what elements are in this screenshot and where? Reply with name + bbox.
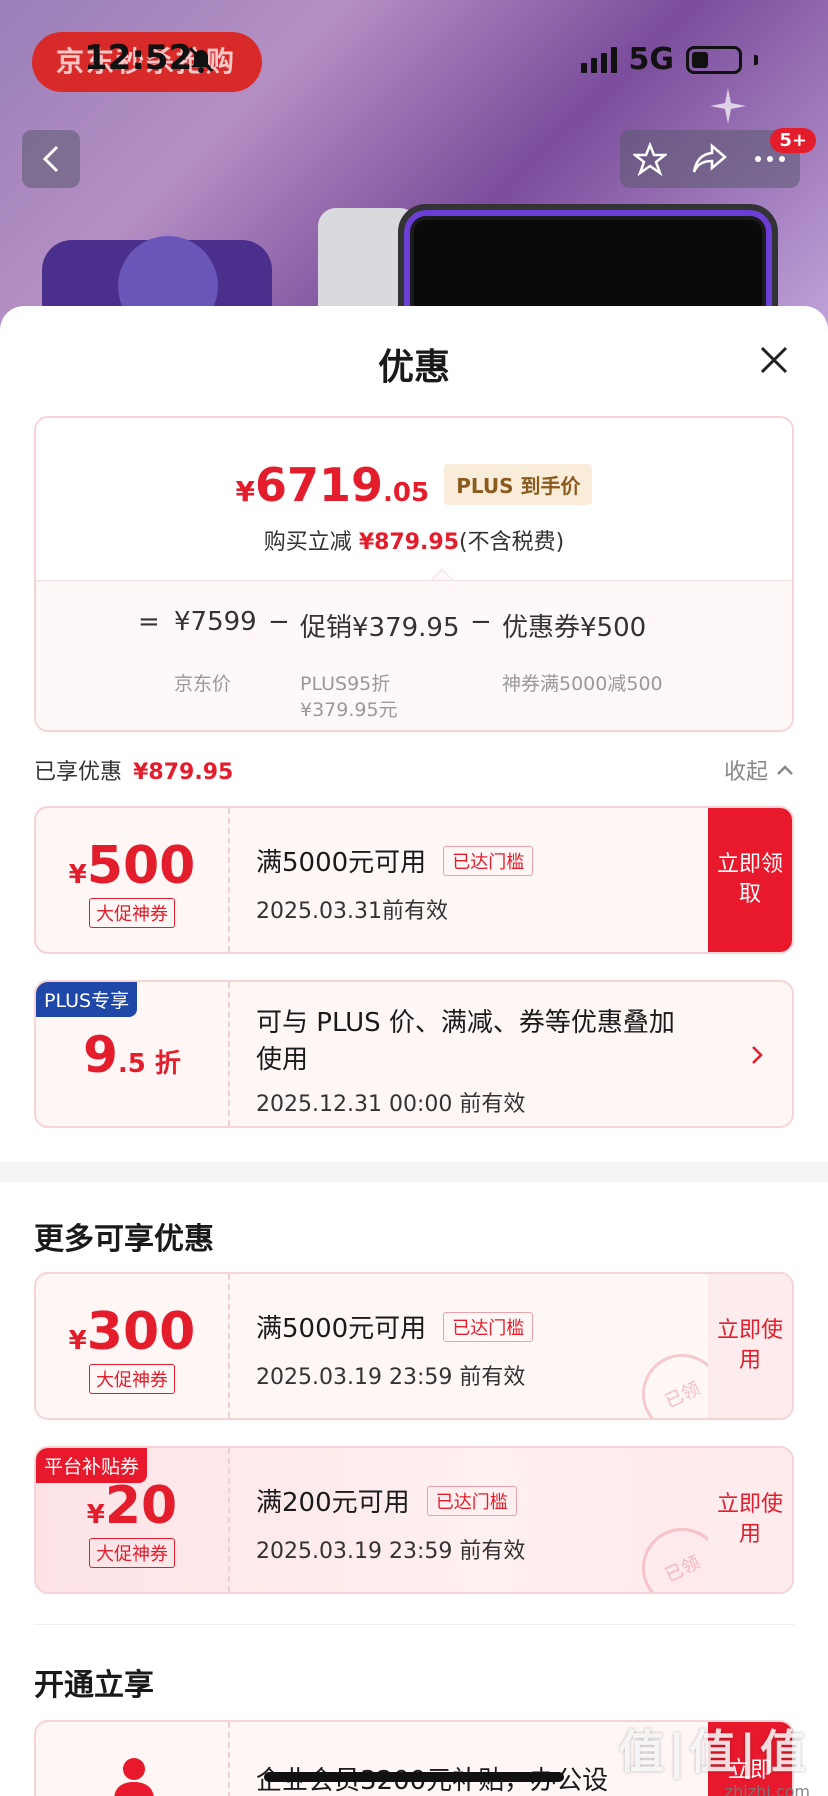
collapse-label: 收起 <box>723 760 768 785</box>
plus-discount: 9.5 折 <box>36 1026 228 1084</box>
use-button[interactable]: 立即使用 <box>708 1274 792 1418</box>
coupon-body: 满200元可用 已达门槛 2025.03.19 23:59 前有效 <box>256 1482 692 1565</box>
back-button[interactable] <box>22 130 80 188</box>
coupon-condition: 满5000元可用 <box>256 1314 427 1344</box>
coupon-currency: ¥ <box>68 860 87 890</box>
plus-offer-line-1: 可与 PLUS 价、满减、券等优惠叠加 <box>256 1008 675 1038</box>
plus-discount-big: 9 <box>83 1026 118 1084</box>
threshold-badge: 已达门槛 <box>443 846 534 876</box>
battery-icon <box>686 45 742 74</box>
section-line <box>34 1624 794 1625</box>
bell-off-icon <box>188 46 214 73</box>
watermark: 值|值|值 zhizhi.com <box>618 1716 810 1796</box>
reduce-line: 购买立减 ¥879.95(不含税费) <box>36 524 792 556</box>
platform-subsidy-badge: 平台补贴券 <box>36 1448 148 1483</box>
more-icon[interactable] <box>753 154 787 164</box>
coupon-card: ¥300 大促神券 满5000元可用 已达门槛 2025.03.19 23:59… <box>34 1272 794 1420</box>
threshold-badge: 已达门槛 <box>443 1312 534 1342</box>
formula-eq: = <box>138 607 160 637</box>
back-icon <box>42 145 59 173</box>
watermark-logo: 值|值|值 <box>618 1725 810 1779</box>
enjoyed-label: 已享优惠 <box>34 760 123 785</box>
coupon-left: ¥500 大促神券 <box>36 808 230 952</box>
price-currency: ¥ <box>235 475 255 508</box>
coupon-left: ¥300 大促神券 <box>36 1274 230 1418</box>
discount-sheet: 优惠 ¥6719.05 PLUS 到手价 购买立减 ¥879.95(不含税费) … <box>0 306 828 1796</box>
reduce-prefix: 购买立减 <box>263 530 352 555</box>
plus-offer-line-2: 使用 <box>256 1045 309 1075</box>
coupon-condition: 满200元可用 <box>256 1488 410 1518</box>
formula-base-label: 京东价 <box>174 673 232 695</box>
battery-tip <box>754 54 758 65</box>
star-icon[interactable] <box>632 142 667 176</box>
plus-offer-card[interactable]: 9.5 折 PLUS专享 可与 PLUS 价、满减、券等优惠叠加 使用 2025… <box>34 980 794 1128</box>
price-top: ¥6719.05 PLUS 到手价 购买立减 ¥879.95(不含税费) <box>36 418 792 580</box>
use-button[interactable]: 立即使用 <box>708 1448 792 1592</box>
network-label: 5G <box>628 42 675 77</box>
user-icon <box>114 1758 154 1796</box>
claim-button[interactable]: 立即领取 <box>708 808 792 952</box>
coupon-amount: ¥500 <box>36 836 228 896</box>
status-time: 12:52 <box>84 38 193 78</box>
formula-minus-2: − <box>470 607 492 637</box>
plus-offer-date: 2025.12.31 00:00 前有效 <box>256 1092 526 1117</box>
notification-badge: 5+ <box>770 128 816 153</box>
open-title: 开通立享 <box>34 1668 154 1703</box>
coupon-date: 2025.03.19 23:59 前有效 <box>256 1539 526 1564</box>
plus-offer-body: 可与 PLUS 价、满减、券等优惠叠加 使用 2025.12.31 00:00 … <box>256 1002 692 1118</box>
status-right: 5G <box>580 42 758 77</box>
watermark-url: zhizhi.com <box>724 1782 810 1796</box>
formula-minus-1: − <box>268 607 290 637</box>
more-offers-title: 更多可享优惠 <box>34 1222 214 1257</box>
coupon-card: ¥20 大促神券 平台补贴券 满200元可用 已达门槛 2025.03.19 2… <box>34 1446 794 1594</box>
enjoyed-row: 已享优惠 ¥879.95 收起 <box>34 754 794 794</box>
price-row: ¥6719.05 PLUS 到手价 <box>36 458 792 512</box>
home-indicator <box>264 1772 564 1782</box>
formula-coupon: 优惠券¥500 <box>502 613 647 643</box>
reduce-value: ¥879.95 <box>358 530 460 555</box>
coupon-date: 2025.03.31前有效 <box>256 899 448 924</box>
coupon-currency: ¥ <box>86 1500 105 1530</box>
formula-promo: 促销¥379.95 <box>300 613 460 643</box>
formula-base: ¥7599 <box>174 607 257 637</box>
plus-discount-small: .5 折 <box>117 1049 181 1079</box>
coupon-condition: 满5000元可用 <box>256 848 427 878</box>
coupon-card: ¥500 大促神券 满5000元可用 已达门槛 2025.03.31前有效 立即… <box>34 806 794 954</box>
plus-price-tag: PLUS 到手价 <box>444 464 593 505</box>
coupon-value: 500 <box>86 836 196 896</box>
enjoyed-value: ¥879.95 <box>133 760 234 785</box>
threshold-badge: 已达门槛 <box>426 1486 517 1516</box>
coupon-currency: ¥ <box>68 1326 87 1356</box>
member-left <box>36 1722 230 1796</box>
coupon-tag: 大促神券 <box>89 1538 175 1568</box>
collapse-button[interactable]: 收起 <box>724 754 794 786</box>
price-integer: 6719 <box>255 458 384 512</box>
share-icon[interactable] <box>692 142 728 176</box>
section-divider <box>0 1162 828 1182</box>
coupon-amount: ¥300 <box>36 1302 228 1362</box>
coupon-tag: 大促神券 <box>89 1364 175 1394</box>
signal-icon <box>580 46 617 73</box>
coupon-date: 2025.03.19 23:59 前有效 <box>256 1365 526 1390</box>
price-breakdown: = ¥7599 − 促销¥379.95 − 优惠券¥500 京东价 PLUS95… <box>36 580 792 730</box>
plus-badge: PLUS专享 <box>36 982 138 1017</box>
coupon-value: 20 <box>104 1476 178 1536</box>
price-decimal: .05 <box>383 478 430 508</box>
sheet-title: 优惠 <box>377 347 450 388</box>
close-icon[interactable] <box>756 342 792 378</box>
coupon-value: 300 <box>86 1302 196 1362</box>
formula-coupon-label: 神券满5000减500 <box>502 673 663 695</box>
formula-promo-label-1: PLUS95折 <box>300 673 391 695</box>
coupon-body: 满5000元可用 已达门槛 2025.03.19 23:59 前有效 <box>256 1308 692 1391</box>
formula-promo-label-2: ¥379.95元 <box>300 699 398 721</box>
coupon-body: 满5000元可用 已达门槛 2025.03.31前有效 <box>256 842 692 925</box>
chevron-right-icon <box>752 1046 763 1064</box>
coupon-tag: 大促神券 <box>89 898 175 928</box>
reduce-suffix: (不含税费) <box>459 530 565 555</box>
final-price: ¥6719.05 <box>236 458 430 512</box>
chevron-up-icon <box>777 765 793 775</box>
sparkle-icon <box>710 88 746 124</box>
price-card: ¥6719.05 PLUS 到手价 购买立减 ¥879.95(不含税费) = ¥… <box>34 416 794 732</box>
coupon-amount: ¥20 <box>36 1476 228 1536</box>
